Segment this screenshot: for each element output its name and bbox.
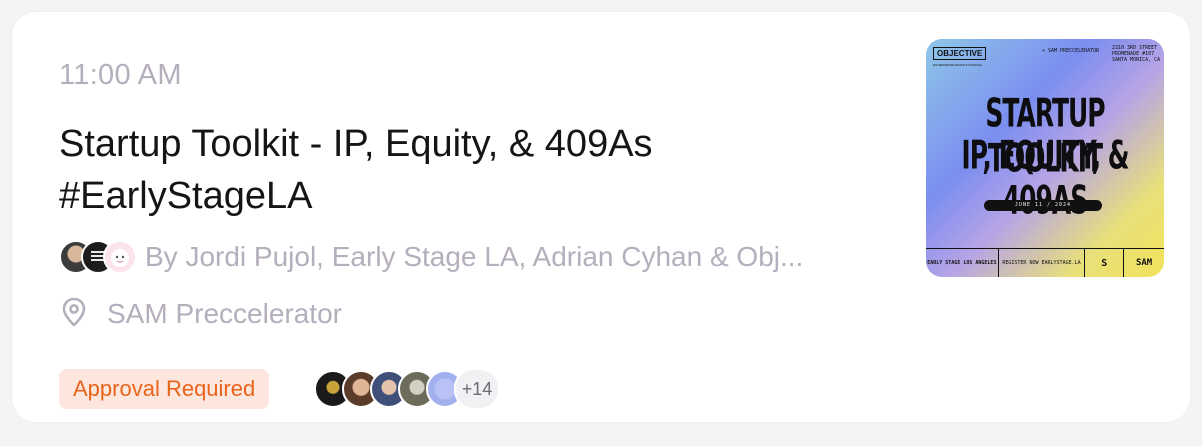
cover-footer: EARLY STAGE LOS ANGELES REGISTER NOW EAR… xyxy=(926,248,1164,277)
cover-footer-early: EARLY STAGE LOS ANGELES xyxy=(926,249,999,277)
event-time: 11:00 AM xyxy=(59,59,182,91)
cover-address: 2310 3RD STREET PROMENADE #107 SANTA MON… xyxy=(1112,45,1161,63)
hosts-text[interactable]: By Jordi Pujol, Early Stage LA, Adrian C… xyxy=(145,241,905,273)
cover-footer-sam: SAM xyxy=(1135,258,1153,268)
event-card[interactable]: 11:00 AM Startup Toolkit - IP, Equity, &… xyxy=(12,12,1190,422)
guest-avatars[interactable]: +14 xyxy=(314,368,500,410)
cover-date: JUNE 11 / 2024 xyxy=(984,200,1102,211)
cover-tag: OBJECTIVE xyxy=(933,47,987,60)
cover-host: ✳ SAM PRECCELERATOR xyxy=(1042,48,1100,54)
map-pin-icon xyxy=(59,296,89,333)
more-guests-count[interactable]: +14 xyxy=(454,368,500,410)
avatar xyxy=(103,240,137,274)
cover-footer-register: REGISTER NOW EARLYSTAGE.LA xyxy=(999,249,1086,277)
approval-required-badge: Approval Required xyxy=(59,369,270,409)
hosts-row: By Jordi Pujol, Early Stage LA, Adrian C… xyxy=(59,237,905,277)
location-text[interactable]: SAM Preccelerator xyxy=(107,298,342,330)
cover-tag-sub: ENTREPRENEURSHIP & FINANCE xyxy=(933,63,982,67)
location-row: SAM Preccelerator xyxy=(59,294,342,334)
event-title[interactable]: Startup Toolkit - IP, Equity, & 409As #E… xyxy=(59,118,879,222)
host-avatars xyxy=(59,240,137,274)
cover-footer-s: S xyxy=(1085,249,1125,277)
event-cover-image[interactable]: OBJECTIVE ENTREPRENEURSHIP & FINANCE ✳ S… xyxy=(926,39,1164,277)
